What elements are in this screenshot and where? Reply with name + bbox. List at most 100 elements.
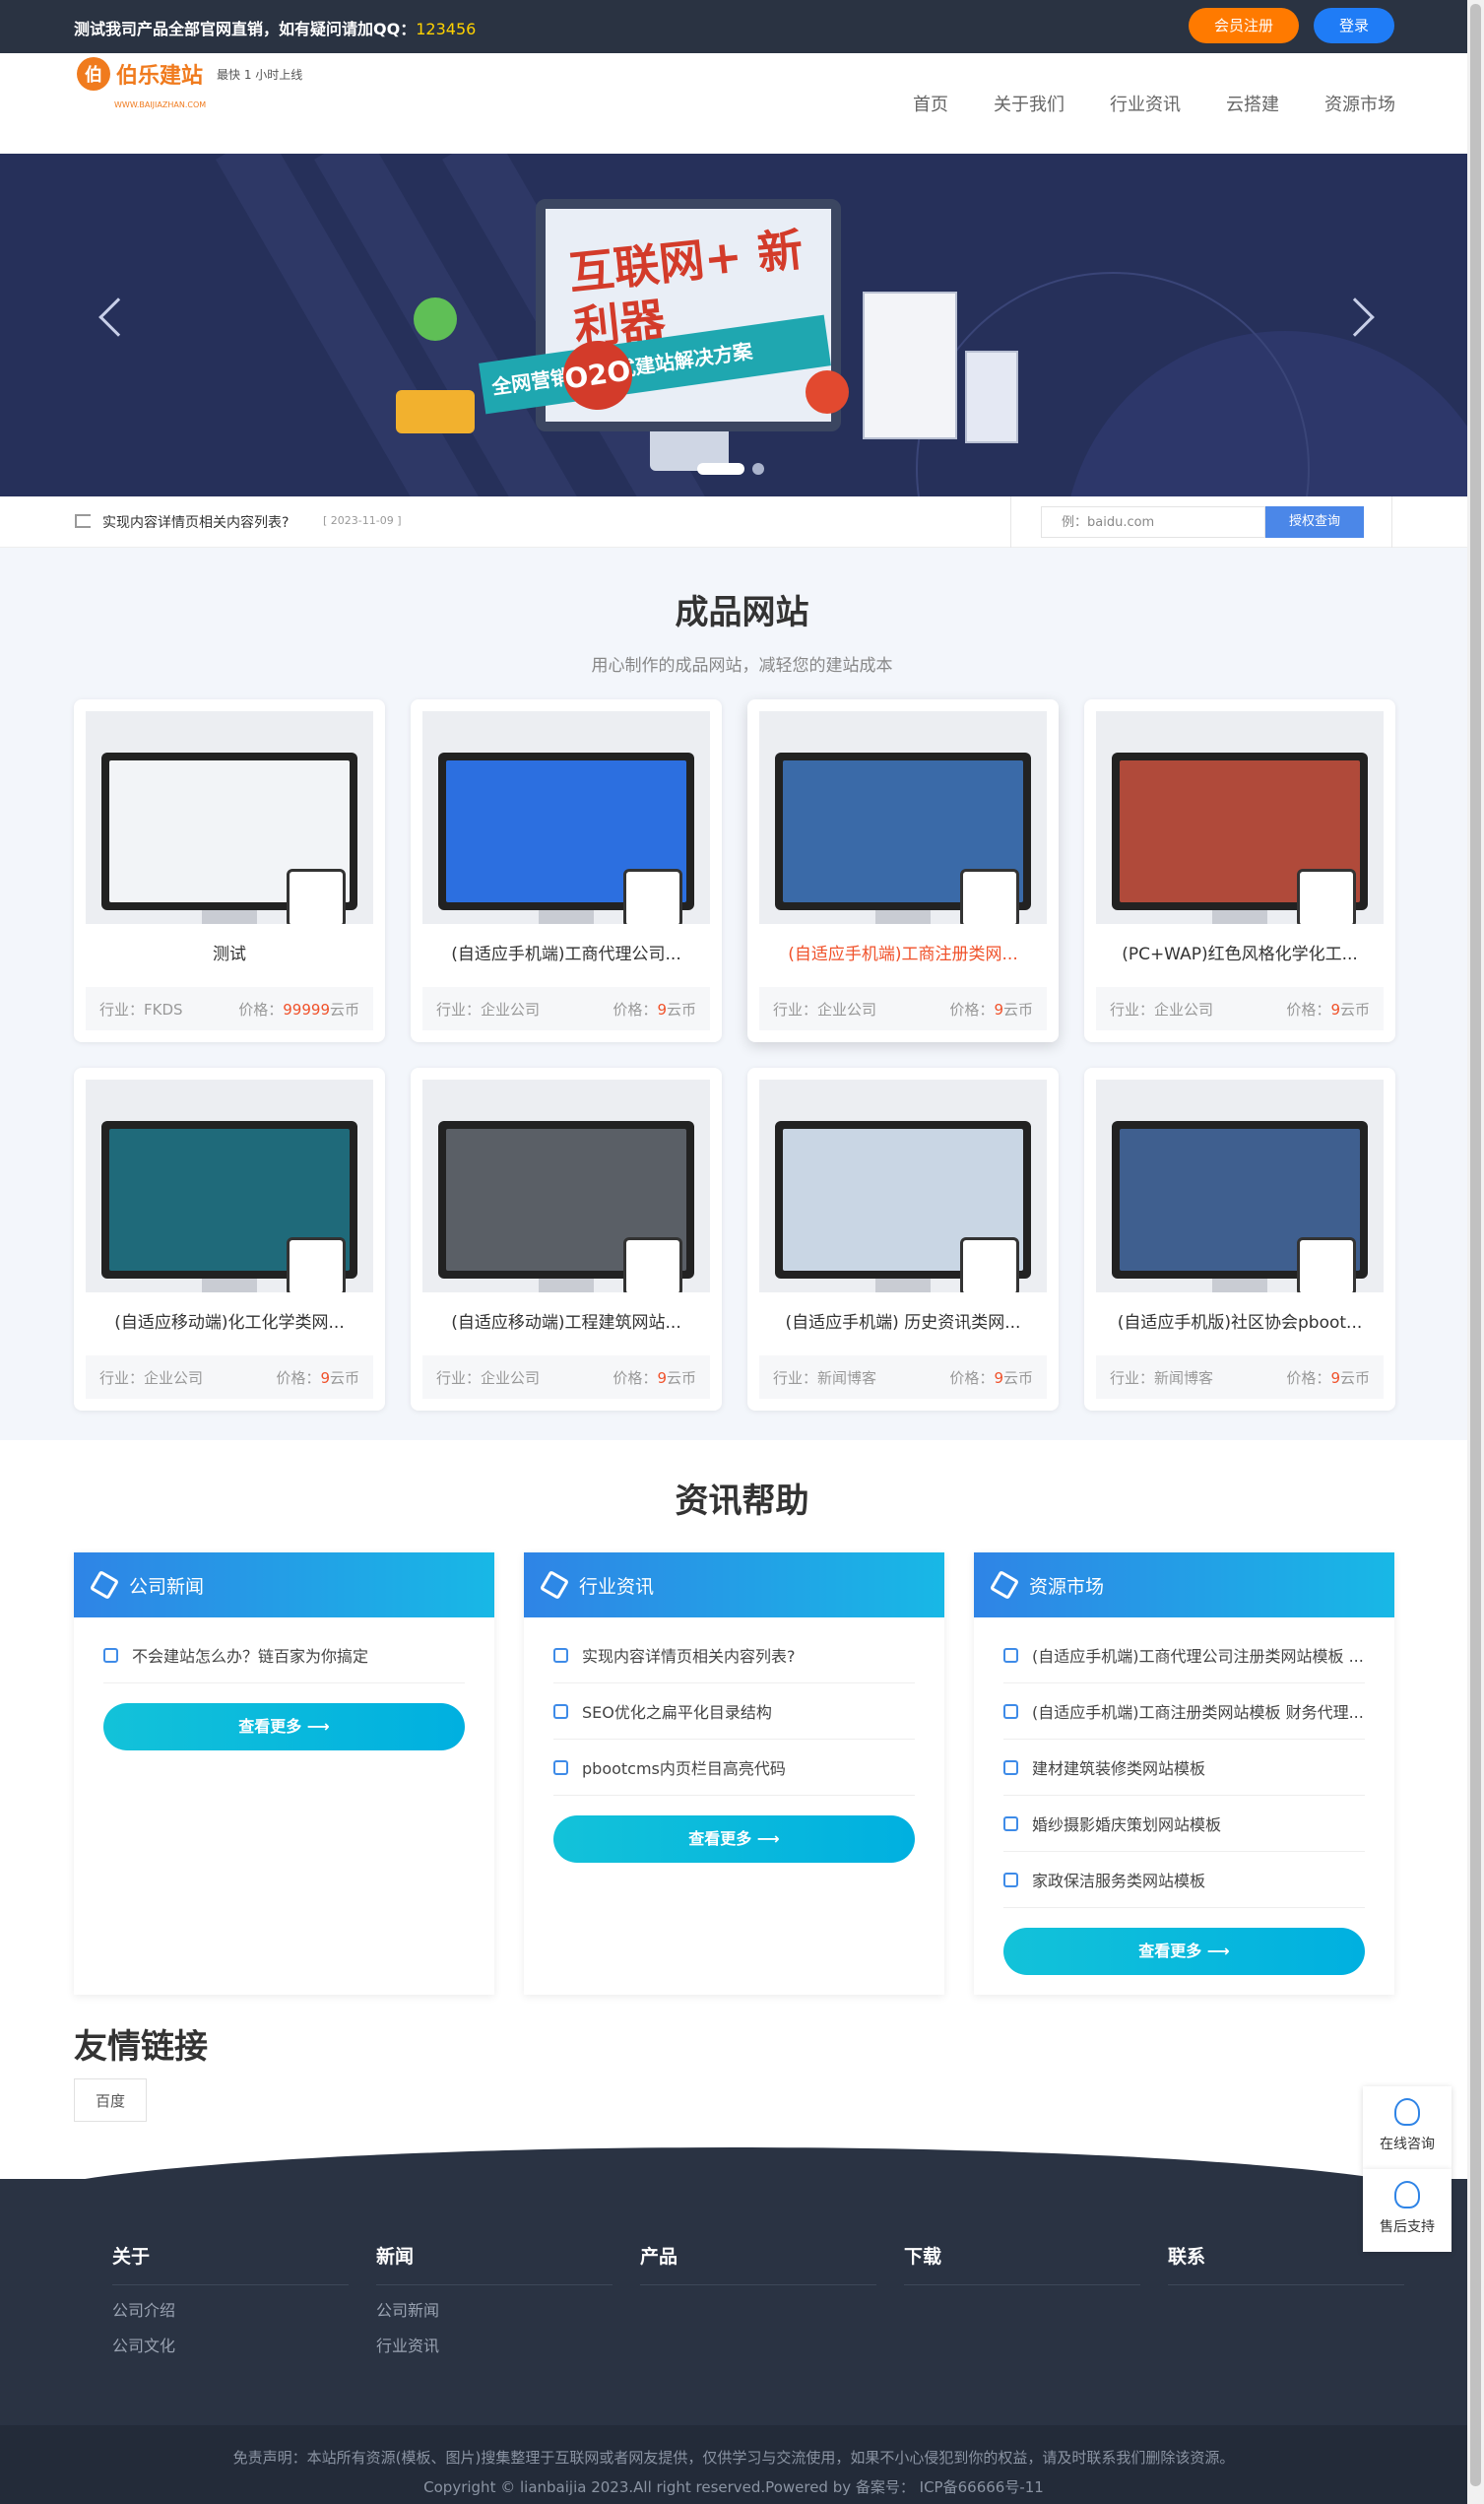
industry-value: 新闻博客 xyxy=(817,1368,877,1387)
product-price: 价格：9云币 xyxy=(613,999,696,1020)
nav-home[interactable]: 首页 xyxy=(913,91,948,116)
checkbox-icon xyxy=(1003,1703,1018,1719)
product-title[interactable]: (自适应手机端)工商代理公司... xyxy=(422,940,710,964)
friend-links-title: 友情链接 xyxy=(74,2027,208,2067)
carousel-dot[interactable] xyxy=(752,463,764,475)
cart-icon xyxy=(806,370,849,414)
after-sales-widget[interactable]: 售后支持 xyxy=(1363,2169,1452,2252)
phone-mockup xyxy=(1297,1237,1356,1292)
news-item[interactable]: 家政保洁服务类网站模板 xyxy=(1003,1852,1365,1908)
domain-search-input[interactable]: 例：baidu.com xyxy=(1041,506,1265,538)
product-price: 价格：9云币 xyxy=(949,1367,1033,1388)
news-column-header: 公司新闻 xyxy=(74,1552,494,1617)
product-industry: 行业：企业公司 xyxy=(436,1367,540,1388)
price-unit: 云币 xyxy=(666,1000,696,1019)
online-consult-widget[interactable]: 在线咨询 xyxy=(1363,2086,1452,2169)
news-item[interactable]: 不会建站怎么办？链百家为你搞定 xyxy=(103,1627,465,1683)
friend-link[interactable]: 百度 xyxy=(74,2078,147,2122)
news-column: 公司新闻不会建站怎么办？链百家为你搞定查看更多 ⟶ xyxy=(74,1552,494,1995)
news-item[interactable]: 建材建筑装修类网站模板 xyxy=(1003,1740,1365,1796)
news-column-title: 资源市场 xyxy=(1029,1575,1105,1598)
price-value: 9 xyxy=(657,1368,667,1387)
product-title[interactable]: (自适应手机版)社区协会pboot... xyxy=(1096,1308,1384,1333)
footer-column: 下载 xyxy=(904,2242,1168,2356)
footer-link[interactable]: 行业资讯 xyxy=(376,2333,640,2356)
nav-about[interactable]: 关于我们 xyxy=(994,91,1065,116)
news-item-title: (自适应手机端)工商注册类网站模板 财务代理... xyxy=(1032,1703,1364,1722)
price-prefix: 价格： xyxy=(949,1368,995,1387)
register-button[interactable]: 会员注册 xyxy=(1189,8,1299,43)
view-more-button[interactable]: 查看更多 ⟶ xyxy=(553,1815,915,1863)
product-thumbnail[interactable] xyxy=(86,1080,373,1292)
product-title[interactable]: (自适应移动端)化工化学类网... xyxy=(86,1308,373,1333)
nav-industry-news[interactable]: 行业资讯 xyxy=(1110,91,1181,116)
news-item[interactable]: SEO优化之扁平化目录结构 xyxy=(553,1683,915,1740)
checkbox-icon xyxy=(103,1647,118,1663)
news-item[interactable]: pbootcms内页栏目高亮代码 xyxy=(553,1740,915,1796)
product-title[interactable]: (自适应手机端)工商注册类网... xyxy=(759,940,1047,964)
building-illustration xyxy=(863,292,957,439)
product-thumbnail[interactable] xyxy=(1096,1080,1384,1292)
news-column-title: 公司新闻 xyxy=(129,1575,205,1598)
footer-link[interactable]: 公司介绍 xyxy=(112,2297,376,2321)
login-button[interactable]: 登录 xyxy=(1314,8,1394,43)
news-column-header: 行业资讯 xyxy=(524,1552,944,1617)
industry-value: 新闻博客 xyxy=(1154,1368,1214,1387)
auth-query-button[interactable]: 授权查询 xyxy=(1265,506,1364,538)
carousel-dot-active[interactable] xyxy=(697,463,744,475)
news-item[interactable]: 实现内容详情页相关内容列表? xyxy=(553,1627,915,1683)
phone-mockup xyxy=(960,1237,1019,1292)
view-more-button[interactable]: 查看更多 ⟶ xyxy=(103,1703,465,1750)
notice-link[interactable]: 实现内容详情页相关内容列表? xyxy=(102,512,289,532)
product-card[interactable]: (自适应手机端) 历史资讯类网... 行业：新闻博客 价格：9云币 xyxy=(747,1068,1059,1411)
product-title[interactable]: 测试 xyxy=(86,940,373,964)
product-card[interactable]: (自适应手机端)工商代理公司... 行业：企业公司 价格：9云币 xyxy=(411,699,722,1042)
scrollbar-thumb[interactable] xyxy=(1470,4,1481,2486)
product-card[interactable]: (自适应手机版)社区协会pboot... 行业：新闻博客 价格：9云币 xyxy=(1084,1068,1395,1411)
product-thumbnail[interactable] xyxy=(1096,711,1384,924)
price-value: 9 xyxy=(1330,1368,1340,1387)
product-thumbnail[interactable] xyxy=(422,711,710,924)
view-more-button[interactable]: 查看更多 ⟶ xyxy=(1003,1928,1365,1975)
product-card[interactable]: (自适应手机端)工商注册类网... 行业：企业公司 价格：9云币 xyxy=(747,699,1059,1042)
price-unit: 云币 xyxy=(1339,1000,1370,1019)
footer-link[interactable]: 公司文化 xyxy=(112,2333,376,2356)
industry-prefix: 行业： xyxy=(436,1368,482,1387)
product-thumbnail[interactable] xyxy=(759,1080,1047,1292)
product-card[interactable]: (自适应移动端)工程建筑网站... 行业：企业公司 价格：9云币 xyxy=(411,1068,722,1411)
news-item[interactable]: 婚纱摄影婚庆策划网站模板 xyxy=(1003,1796,1365,1852)
checkbox-icon xyxy=(1003,1872,1018,1887)
footer-link[interactable]: 公司新闻 xyxy=(376,2297,640,2321)
price-value: 99999 xyxy=(283,1000,330,1019)
product-price: 价格：99999云币 xyxy=(238,999,359,1020)
section-title: 成品网站 xyxy=(675,593,809,632)
banner-next-arrow[interactable] xyxy=(1335,297,1375,337)
nav-cloud-build[interactable]: 云搭建 xyxy=(1226,91,1279,116)
top-notice-text: 测试我司产品全部官网直销，如有疑问请加QQ： xyxy=(74,20,417,38)
product-title[interactable]: (自适应移动端)工程建筑网站... xyxy=(422,1308,710,1333)
product-card[interactable]: 测试行业：FKDS 价格：99999云币 xyxy=(74,699,385,1042)
price-unit: 云币 xyxy=(329,1368,359,1387)
product-thumbnail[interactable] xyxy=(759,711,1047,924)
product-thumbnail[interactable] xyxy=(86,711,373,924)
product-title[interactable]: (PC+WAP)红色风格化学化工... xyxy=(1096,940,1384,964)
product-card[interactable]: (PC+WAP)红色风格化学化工... 行业：企业公司 价格：9云币 xyxy=(1084,699,1395,1042)
site-logo[interactable]: 伯 伯乐建站 最快 1 小时上线 xyxy=(77,57,302,91)
checkbox-icon xyxy=(553,1647,568,1663)
product-title[interactable]: (自适应手机端) 历史资讯类网... xyxy=(759,1308,1047,1333)
news-item[interactable]: (自适应手机端)工商注册类网站模板 财务代理... xyxy=(1003,1683,1365,1740)
news-item-title: 婚纱摄影婚庆策划网站模板 xyxy=(1032,1815,1222,1834)
monitor-stand xyxy=(202,1279,257,1292)
monitor-stand xyxy=(875,1279,931,1292)
news-item[interactable]: (自适应手机端)工商代理公司注册类网站模板 ... xyxy=(1003,1627,1365,1683)
banner-prev-arrow[interactable] xyxy=(98,297,138,337)
nav-resource-market[interactable]: 资源市场 xyxy=(1324,91,1395,116)
product-card[interactable]: (自适应移动端)化工化学类网... 行业：企业公司 价格：9云币 xyxy=(74,1068,385,1411)
news-column-body: 不会建站怎么办？链百家为你搞定查看更多 ⟶ xyxy=(74,1617,494,1770)
product-meta: 行业：FKDS 价格：99999云币 xyxy=(86,987,373,1030)
industry-prefix: 行业： xyxy=(1110,1000,1155,1019)
checkbox-icon xyxy=(1003,1647,1018,1663)
footer-column: 关于 公司介绍 公司文化 xyxy=(112,2242,376,2356)
product-thumbnail[interactable] xyxy=(422,1080,710,1292)
product-grid: 测试 行业：FKDS 价格：99999云币 (自适应手机端)工商代理公司... 行业：企… xyxy=(74,699,1395,1411)
